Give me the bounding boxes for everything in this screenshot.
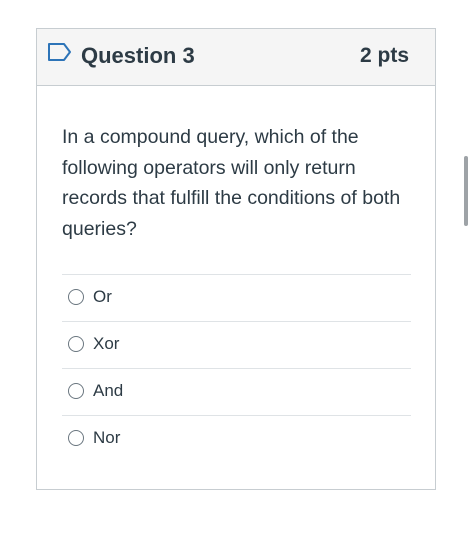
answer-label: Or [93, 287, 112, 306]
answer-option-or[interactable]: Or [62, 275, 411, 322]
answer-option-and[interactable]: And [62, 369, 411, 416]
answer-option-xor[interactable]: Xor [62, 322, 411, 369]
question-card: Question 3 2 pts In a compound query, wh… [36, 28, 436, 490]
answer-label: Xor [93, 334, 120, 353]
scrollbar[interactable] [464, 156, 468, 226]
question-title: Question 3 [81, 43, 195, 68]
flag-question-icon[interactable] [47, 42, 73, 62]
radio-button[interactable] [68, 383, 84, 399]
answer-label: And [93, 381, 124, 400]
radio-button[interactable] [68, 289, 84, 305]
answer-label: Nor [93, 428, 121, 447]
answer-list: Or Xor And Nor [62, 274, 411, 463]
question-header: Question 3 2 pts [37, 29, 435, 86]
answer-option-nor[interactable]: Nor [62, 416, 411, 463]
radio-button[interactable] [68, 336, 84, 352]
question-points: 2 pts [359, 44, 409, 67]
radio-button[interactable] [68, 430, 84, 446]
question-text: In a compound query, which of the follow… [62, 126, 401, 240]
